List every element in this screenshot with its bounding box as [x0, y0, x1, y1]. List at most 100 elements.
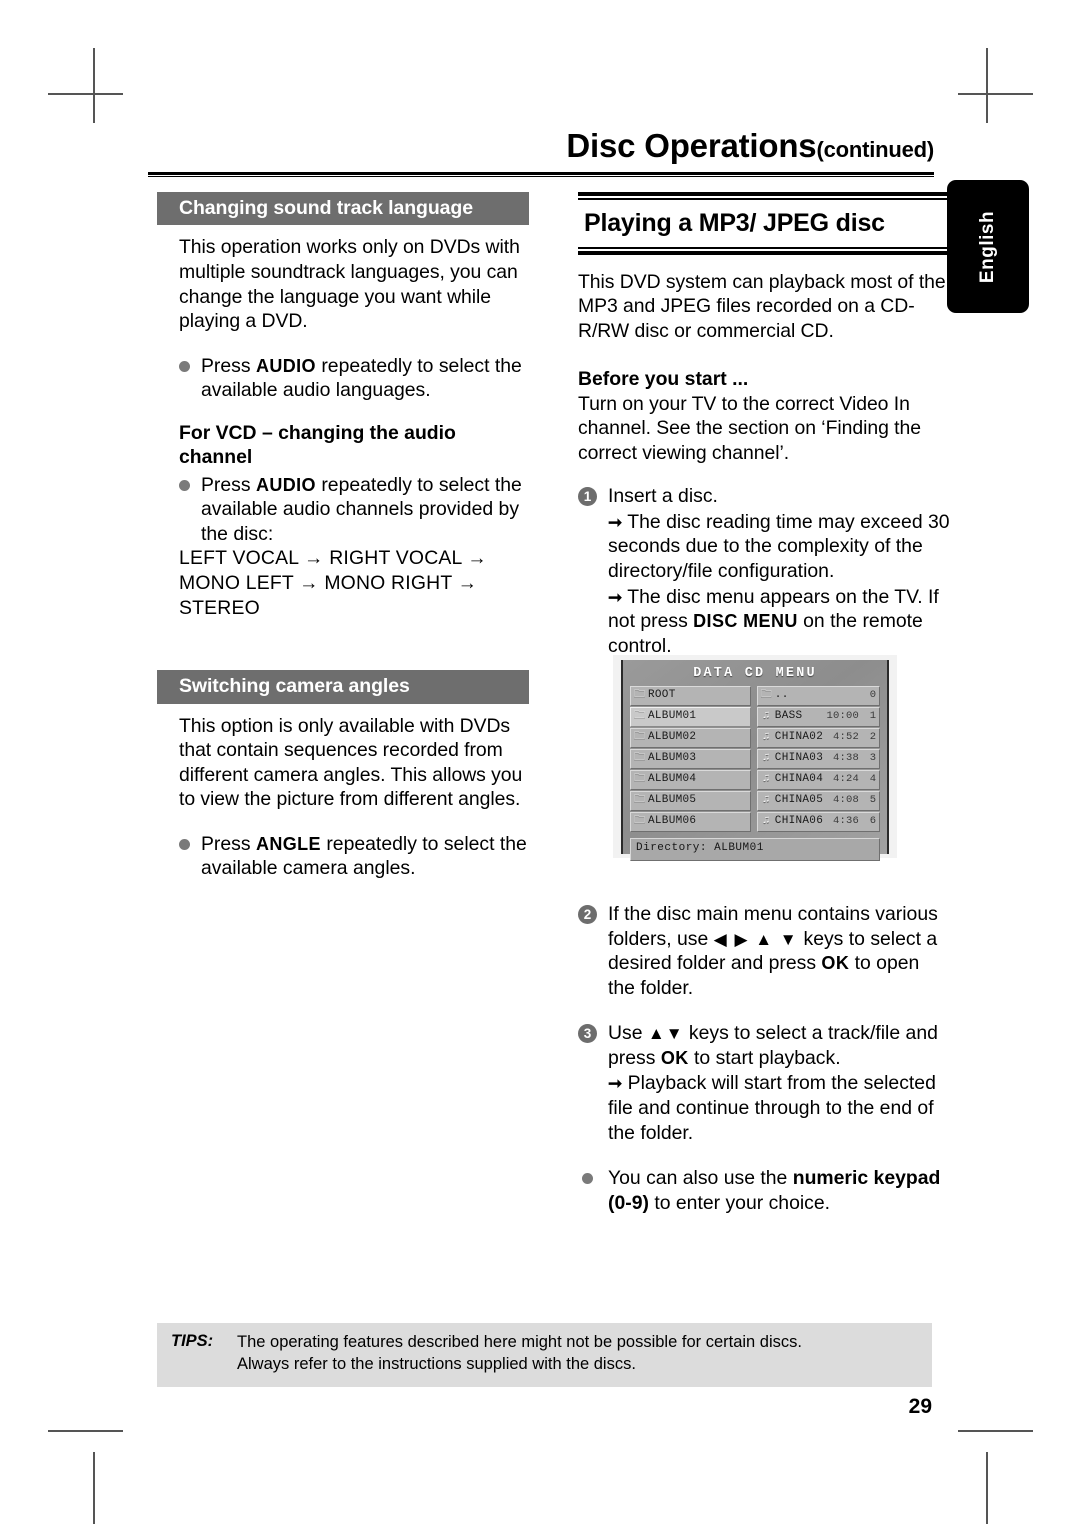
- file-item-label: CHINA02: [774, 730, 824, 743]
- folder-icon: 🗀: [634, 751, 645, 764]
- keypad-bold: numeric keypad: [792, 1167, 941, 1190]
- page-header: Disc Operations(continued): [148, 127, 934, 177]
- crop-mark-bottom-right-vertical: [986, 1452, 988, 1524]
- key-ok: OK: [660, 1047, 689, 1068]
- bullet-dot-icon: [582, 1173, 593, 1185]
- mp3-icon: ♫: [762, 772, 770, 785]
- heading-rule-top: [578, 192, 950, 200]
- arrow-icon: ➞: [608, 512, 623, 532]
- bullet-dot-icon: [179, 838, 190, 850]
- bullet-audio-languages: Press AUDIO repeatedly to select the ava…: [157, 354, 529, 403]
- tv-screen: DATA CD MENU 🗀 ROOT 🗀 ALBUM01 🗀 ALBUM02 🗀 ALBUM…: [621, 660, 889, 861]
- file-item[interactable]: ♫ CHINA06 4:36 6: [756, 811, 880, 832]
- tips-line-1: The operating features described here mi…: [237, 1333, 802, 1351]
- step-3-arrow-1: ➞ Playback will start from the selected …: [608, 1071, 950, 1145]
- bullet-camera-angles: Press ANGLE repeatedly to select the ava…: [157, 832, 529, 881]
- section-heading-camera-angles: Switching camera angles: [157, 670, 529, 704]
- mp3-icon: ♫: [762, 730, 770, 743]
- step-1-arrow-1: ➞ The disc reading time may exceed 30 se…: [608, 510, 950, 584]
- section-heading-mp3-jpeg: Playing a MP3/ JPEG disc: [584, 209, 885, 237]
- section-heading-sound-track: Changing sound track language: [157, 192, 529, 226]
- step-number: 1: [578, 487, 597, 507]
- mp3-icon: ♫: [762, 751, 770, 764]
- language-tab-label: English: [977, 210, 998, 283]
- folder-item[interactable]: 🗀 ALBUM03: [630, 748, 751, 769]
- folder-item[interactable]: 🗀 ALBUM06: [630, 811, 751, 832]
- subheading-for-vcd: For VCD – changing the audio channel: [179, 421, 456, 469]
- page-number: 29: [908, 1395, 932, 1418]
- file-item[interactable]: ♫ CHINA02 4:52 2: [756, 727, 880, 748]
- data-cd-menu-screenshot: DATA CD MENU 🗀 ROOT 🗀 ALBUM01 🗀 ALBUM02 🗀 ALBUM…: [613, 655, 897, 861]
- subheading-before-you-start: Before you start ...: [578, 368, 749, 391]
- direction-keys-icon: ◀ ▶ ▲ ▼: [713, 929, 799, 949]
- bullet-channels-pre: Press: [201, 473, 256, 496]
- bullet-audio-channels-text: Press AUDIO repeatedly to select the ava…: [201, 473, 529, 547]
- bullet-audio-channels: Press AUDIO repeatedly to select the ava…: [157, 473, 529, 547]
- crop-mark-bottom-left-vertical: [93, 1452, 95, 1524]
- file-item-label: BASS: [774, 709, 803, 722]
- bullet-dot-icon: [179, 479, 190, 491]
- folder-item-label: ALBUM06: [648, 814, 697, 827]
- file-list[interactable]: 🗀.. 0 ♫ BASS 10:00 1 ♫ CHINA02 4:52 2 ♫ CHINA03 4:38…: [756, 686, 880, 833]
- folder-item-label: ROOT: [648, 689, 676, 701]
- step-1: 1 Insert a disc. ➞ The disc reading time…: [578, 484, 950, 658]
- folder-up-icon: 🗀: [760, 689, 772, 701]
- folder-item[interactable]: 🗀 ALBUM01: [630, 706, 751, 727]
- file-item-index: 1: [869, 709, 876, 722]
- before-you-start-text: Turn on your TV to the correct Video In …: [578, 392, 921, 464]
- mp3-icon: ♫: [762, 814, 770, 827]
- tv-status-bar: Directory: ALBUM01: [630, 837, 880, 861]
- file-item[interactable]: ♫ CHINA04 4:24 4: [756, 769, 880, 790]
- file-item-label: CHINA05: [774, 793, 824, 806]
- file-item-duration: 4:52: [832, 730, 859, 743]
- file-item[interactable]: ♫ CHINA03 4:38 3: [756, 748, 880, 769]
- sound-track-intro: This operation works only on DVDs with m…: [179, 236, 520, 333]
- file-item-index: 0: [869, 689, 876, 701]
- folder-icon: 🗀: [634, 793, 645, 806]
- step-1-arrow-2: ➞ The disc menu appears on the TV. If no…: [608, 585, 950, 659]
- step-3-post: to start playback.: [688, 1046, 841, 1069]
- bullet-camera-angles-text: Press ANGLE repeatedly to select the ava…: [201, 832, 529, 881]
- file-item[interactable]: ♫ BASS 10:00 1: [756, 706, 880, 727]
- bullet-numeric-keypad: You can also use the numeric keypad (0-9…: [578, 1166, 950, 1215]
- mp3-icon: ♫: [762, 793, 770, 806]
- file-item[interactable]: ♫ CHINA05 4:08 5: [756, 790, 880, 811]
- folder-icon: 🗀: [634, 772, 645, 785]
- file-item-label: CHINA04: [774, 772, 824, 785]
- tips-footer: TIPS: The operating features described h…: [157, 1323, 932, 1387]
- tv-menu-columns: 🗀 ROOT 🗀 ALBUM01 🗀 ALBUM02 🗀 ALBUM03 🗀 ALBUM04 🗀 AL…: [623, 686, 887, 833]
- file-item[interactable]: 🗀.. 0: [756, 686, 880, 706]
- file-item-duration: 4:24: [832, 772, 859, 785]
- folder-item[interactable]: 🗀 ALBUM04: [630, 769, 751, 790]
- keypad-pre: You can also use the: [608, 1167, 793, 1190]
- arrow-icon: ➞: [608, 1074, 623, 1094]
- keypad-post: to enter your choice.: [648, 1191, 831, 1214]
- file-item-duration: 4:08: [832, 793, 859, 806]
- folder-item[interactable]: 🗀 ALBUM02: [630, 727, 751, 748]
- mp3-icon: ♫: [762, 709, 770, 722]
- audio-channel-sequence: LEFT VOCAL → RIGHT VOCAL → MONO LEFT → M…: [179, 547, 487, 619]
- folder-item[interactable]: 🗀 ALBUM05: [630, 790, 751, 811]
- folder-item[interactable]: 🗀 ROOT: [630, 686, 751, 706]
- step-number: 3: [578, 1024, 597, 1044]
- language-tab: English: [947, 180, 1029, 313]
- bullet-dot-icon: [179, 360, 190, 372]
- bullet-audio-pre: Press: [201, 354, 256, 377]
- tips-text: The operating features described here mi…: [237, 1332, 802, 1376]
- step-3-arrow-1-text: Playback will start from the selected fi…: [608, 1072, 936, 1144]
- bullet-numeric-keypad-text: You can also use the numeric keypad (0-9…: [608, 1166, 950, 1215]
- bullet-angle-pre: Press: [201, 832, 256, 855]
- file-item-label: CHINA06: [774, 814, 824, 827]
- updown-keys-icon: ▲▼: [647, 1024, 684, 1044]
- camera-angles-intro: This option is only available with DVDs …: [179, 714, 523, 811]
- crop-mark-bottom-left-horizontal: [48, 1430, 123, 1432]
- step-2: 2 If the disc main menu contains various…: [578, 902, 950, 1000]
- folder-item-label: ALBUM05: [648, 793, 697, 806]
- folder-icon: 🗀: [634, 814, 645, 827]
- heading-rule-bottom: [578, 246, 950, 255]
- key-audio: AUDIO: [255, 355, 316, 376]
- folder-list[interactable]: 🗀 ROOT 🗀 ALBUM01 🗀 ALBUM02 🗀 ALBUM03 🗀 ALBUM04 🗀 AL…: [630, 686, 751, 833]
- folder-icon: 🗀: [634, 689, 645, 701]
- page-title-suffix: (continued): [816, 137, 934, 162]
- bullet-audio-languages-text: Press AUDIO repeatedly to select the ava…: [201, 354, 529, 403]
